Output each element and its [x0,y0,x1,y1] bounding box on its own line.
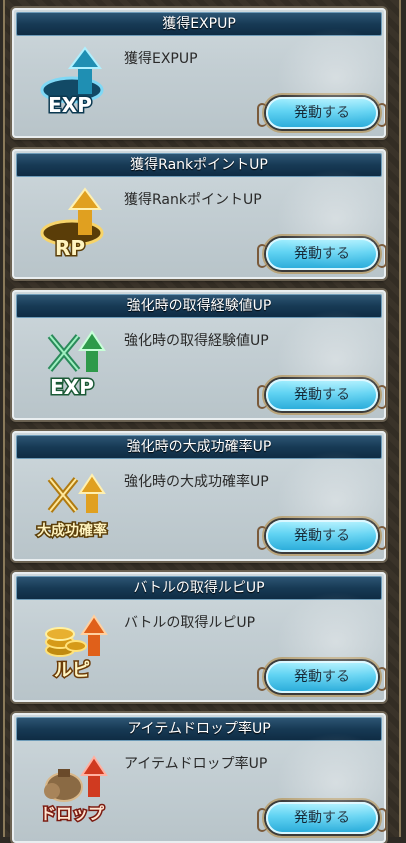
rupie-up-icon: ルピ [34,606,114,686]
card-description: 獲得RankポイントUP [124,192,262,208]
card-description: 強化時の大成功確率UP [124,474,269,490]
buff-card-enhance-exp: 強化時の取得経験値UP EXP 強化時の取得経験値UP 発動する [12,290,386,420]
item-drop-up-icon: ドロップ [34,747,114,827]
enhance-exp-up-icon: EXP [34,324,114,404]
activate-button[interactable]: 発動する [257,802,386,834]
buff-card-exp: 獲得EXPUP EXP 獲得EXPUP 発動する [12,8,386,138]
buff-card-great-success: 強化時の大成功確率UP 大成功確率 強化時の大成功確率UP 発動する [12,431,386,561]
card-title: 強化時の取得経験値UP [16,294,382,318]
card-title: 獲得EXPUP [16,12,382,36]
activate-button[interactable]: 発動する [257,520,386,552]
svg-text:大成功確率: 大成功確率 [37,522,107,539]
card-description: 獲得EXPUP [124,51,198,67]
svg-text:RP: RP [55,236,85,260]
card-description: バトルの取得ルピUP [124,615,256,631]
card-description: 強化時の取得経験値UP [124,333,269,349]
buff-card-item-drop: アイテムドロップ率UP ドロップ アイテムドロップ率UP 発動する [12,713,386,843]
activate-button[interactable]: 発動する [257,238,386,270]
svg-text:ドロップ: ドロップ [40,804,105,823]
card-title: 強化時の大成功確率UP [16,435,382,459]
great-success-rate-up-icon: 大成功確率 [34,465,114,545]
activate-button[interactable]: 発動する [257,661,386,693]
card-title: バトルの取得ルピUP [16,576,382,600]
svg-text:EXP: EXP [50,375,94,399]
buff-card-rupie: バトルの取得ルピUP ルピ バトルの取得ルピUP 発動する [12,572,386,702]
activate-button[interactable]: 発動する [257,379,386,411]
card-title: アイテムドロップ率UP [16,717,382,741]
activate-button[interactable]: 発動する [257,97,386,129]
buff-card-rank-point: 獲得RankポイントUP RP 獲得RankポイントUP 発動する [12,149,386,279]
card-title: 獲得RankポイントUP [16,153,382,177]
svg-text:EXP: EXP [48,93,92,117]
svg-text:ルピ: ルピ [54,660,90,681]
exp-up-icon: EXP [34,42,114,122]
rank-point-up-icon: RP [34,183,114,263]
card-description: アイテムドロップ率UP [124,756,268,772]
